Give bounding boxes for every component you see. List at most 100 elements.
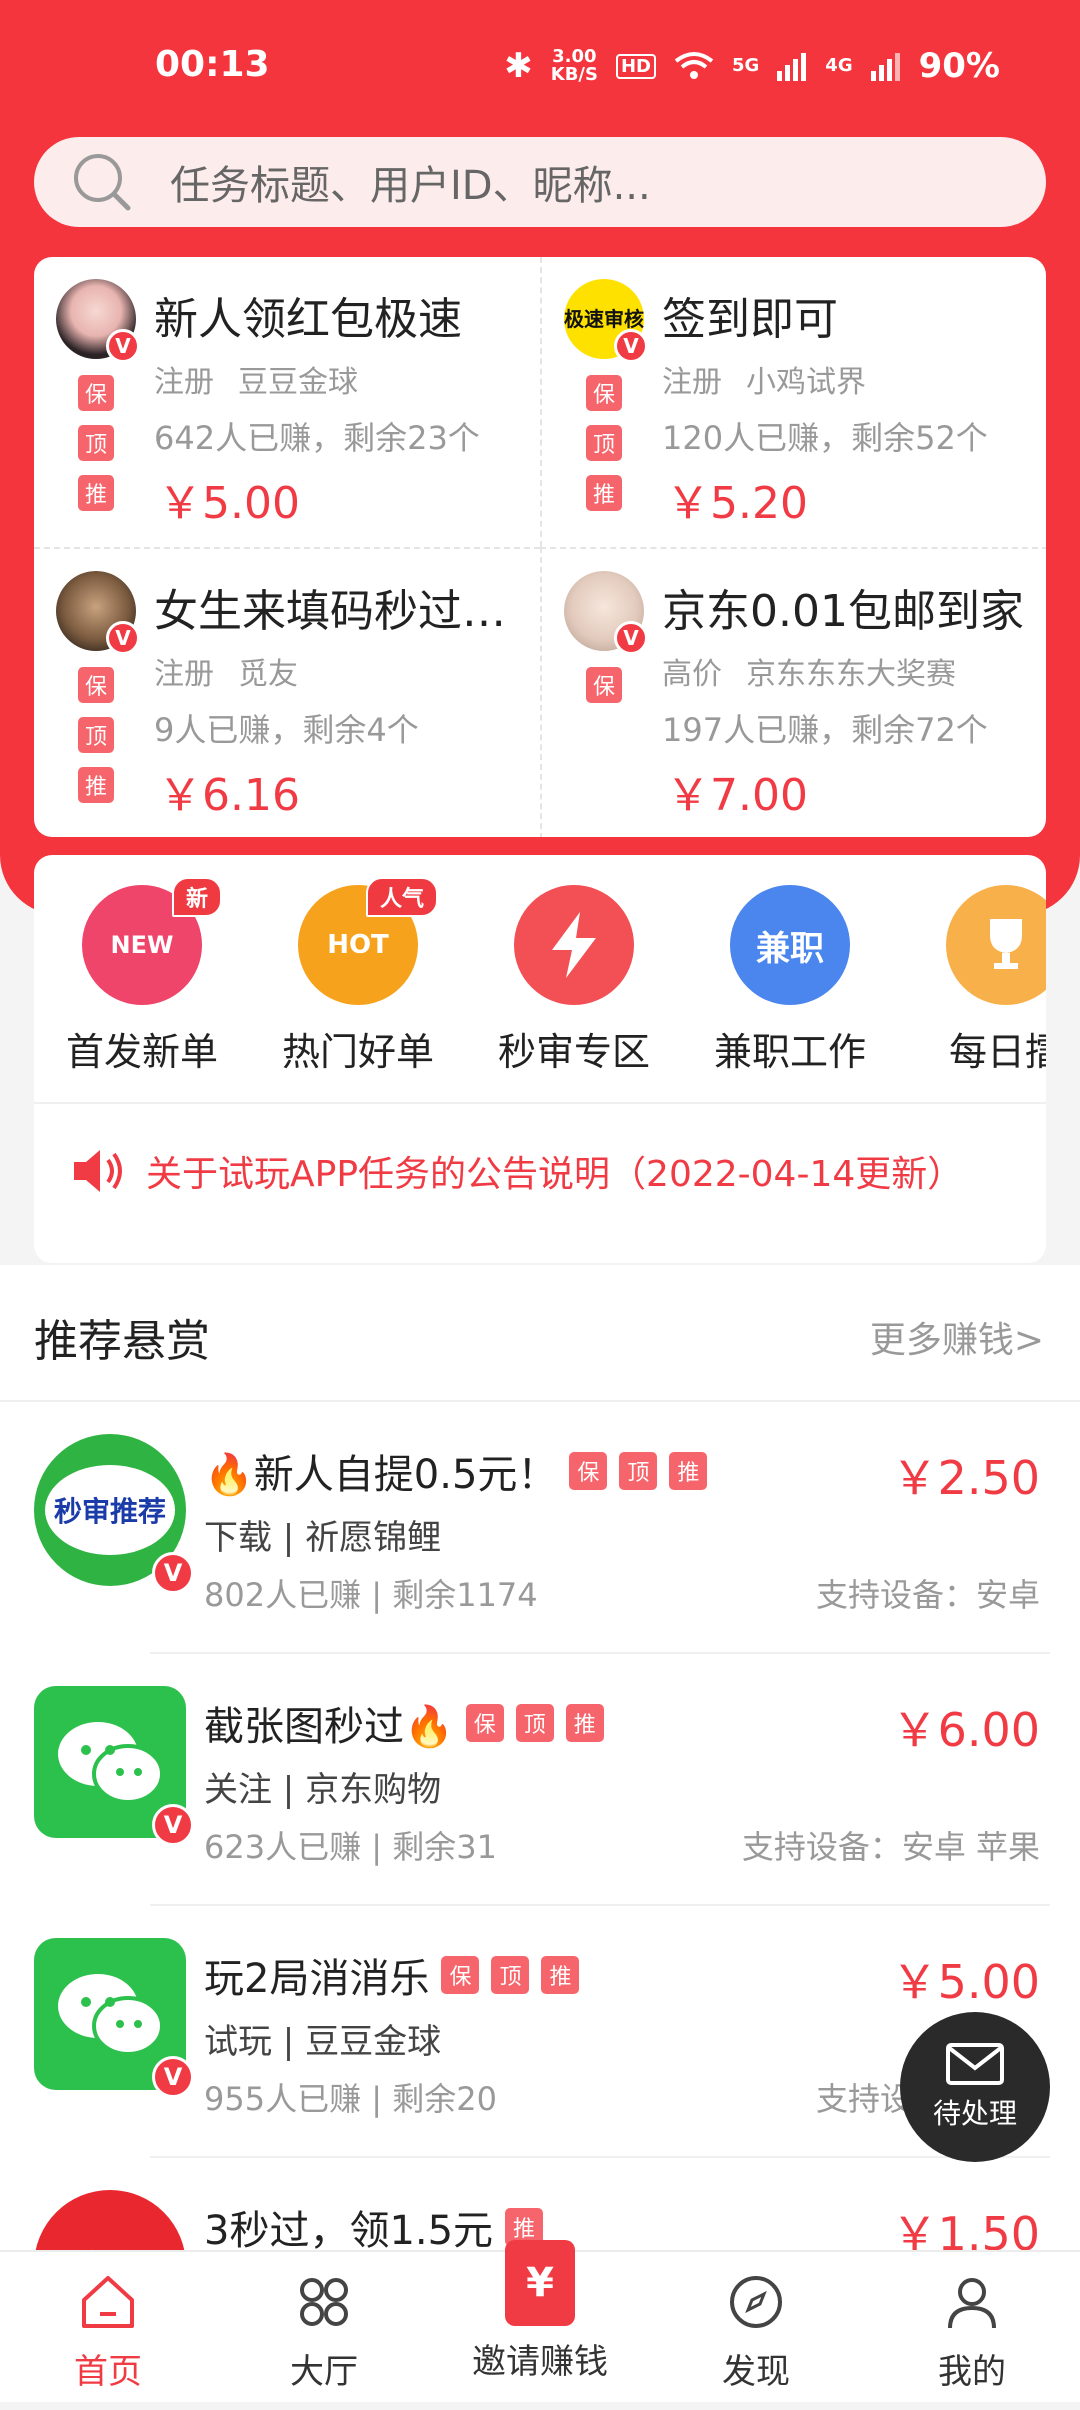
hd-icon: HD — [615, 53, 656, 79]
featured-tasks: V 新人领红包极速 注册 豆豆金球 642人已赚，剩余23个 ￥5.00 保 顶 … — [34, 257, 1046, 837]
notice-text: 关于试玩APP任务的公告说明（2022-04-14更新） — [146, 1154, 964, 1195]
tag-top: 顶 — [491, 1956, 530, 1994]
avatar: V — [56, 571, 140, 655]
verified-icon: V — [614, 621, 648, 655]
net-speed: 3.00 KB/S — [550, 46, 598, 85]
divider — [34, 1102, 1046, 1104]
category-daily[interactable]: 每日擂 — [898, 885, 1046, 1076]
featured-card[interactable]: V 京东0.01包邮到家 高价 京东东东大奖赛 197人已赚，剩余72个 ￥7.0… — [540, 547, 1046, 837]
featured-title: 签到即可 — [662, 294, 838, 345]
featured-earned: 197人已赚，剩余72个 — [662, 711, 988, 749]
nav-discover[interactable]: 发现 — [648, 2270, 864, 2393]
signal-4g-icon: 4G — [825, 55, 853, 76]
featured-meta: 注册 觅友 — [154, 657, 298, 692]
featured-title: 新人领红包极速 — [154, 294, 462, 345]
battery-level: 90% — [918, 46, 1000, 86]
tag-guarantee: 保 — [441, 1956, 480, 1994]
lightning-icon — [514, 885, 634, 1005]
nav-hall[interactable]: 大厅 — [216, 2270, 432, 2393]
category-hot[interactable]: HOT 人气 热门好单 — [250, 877, 466, 1076]
verified-icon: V — [106, 329, 140, 363]
category-part-time[interactable]: 兼职 兼职工作 — [682, 885, 898, 1076]
red-packet-icon: ¥ — [505, 2240, 575, 2326]
tag-guarantee: 保 — [586, 375, 622, 411]
grid-icon — [300, 2278, 348, 2326]
search-placeholder: 任务标题、用户ID、昵称... — [170, 163, 651, 209]
mail-icon — [946, 2043, 1004, 2085]
task-title: 3秒过，领1.5元 推 — [204, 2198, 544, 2256]
new-icon: NEW 新 — [82, 877, 222, 1005]
category-label: 热门好单 — [281, 1030, 434, 1074]
featured-meta: 注册 小鸡试界 — [662, 365, 866, 400]
wechat-icon: V — [34, 1938, 194, 2098]
nav-profile[interactable]: 我的 — [864, 2270, 1080, 2393]
category-label: 每日擂 — [948, 1030, 1046, 1074]
notice-bar[interactable]: 关于试玩APP任务的公告说明（2022-04-14更新） — [70, 1145, 963, 1197]
task-subtitle: 下载 | 祈愿锦鲤 — [204, 1518, 442, 1558]
avatar: 极速审核 V — [564, 279, 648, 363]
nav-label: 邀请赚钱 — [472, 2342, 608, 2382]
tag-top: 顶 — [78, 717, 114, 753]
featured-earned: 120人已赚，剩余52个 — [662, 419, 988, 457]
tag-recommend: 推 — [78, 475, 114, 511]
featured-title: 京东0.01包邮到家 — [662, 586, 1024, 637]
recommend-header: 推荐悬赏 更多赚钱> — [0, 1265, 1080, 1402]
featured-price: ￥5.20 — [666, 478, 808, 529]
category-panel: NEW 新 首发新单 HOT 人气 热门好单 秒审专区 兼职 兼职工作 每日擂 … — [34, 855, 1046, 1263]
featured-title: 女生来填码秒过… — [154, 586, 506, 637]
category-first-release[interactable]: NEW 新 首发新单 — [34, 877, 250, 1076]
task-stats: 623人已赚 | 剩余31 — [204, 1828, 497, 1866]
featured-meta: 高价 京东东东大奖赛 — [662, 657, 956, 692]
tag-recommend: 推 — [541, 1956, 580, 1994]
list-item[interactable]: 秒审推荐 V 🔥新人自提0.5元！ 保 顶 推 下载 | 祈愿锦鲤 802人已赚… — [0, 1402, 1080, 1654]
featured-price: ￥7.00 — [666, 770, 808, 821]
featured-card[interactable]: V 新人领红包极速 注册 豆豆金球 642人已赚，剩余23个 ￥5.00 保 顶 … — [34, 257, 540, 547]
task-price: ￥6.00 — [891, 1703, 1040, 1757]
tag-top: 顶 — [515, 1704, 554, 1742]
status-time: 00:13 — [155, 44, 270, 85]
featured-card[interactable]: V 女生来填码秒过… 注册 觅友 9人已赚，剩余4个 ￥6.16 保 顶 推 — [34, 547, 540, 837]
status-icons: ✱ 3.00 KB/S HD 5G 4G 90% — [504, 46, 1000, 86]
trophy-icon — [946, 885, 1046, 1005]
pending-label: 待处理 — [932, 2097, 1017, 2130]
speaker-icon — [74, 1150, 122, 1192]
category-label: 首发新单 — [65, 1030, 218, 1074]
list-item[interactable]: V 截张图秒过🔥 保 顶 推 关注 | 京东购物 623人已赚 | 剩余31 ￥… — [0, 1654, 1080, 1906]
task-stats: 802人已赚 | 剩余1174 — [204, 1576, 538, 1614]
more-link[interactable]: 更多赚钱> — [870, 1311, 1044, 1363]
tag-top: 顶 — [619, 1452, 658, 1490]
nav-label: 首页 — [74, 2352, 142, 2392]
category-instant-review[interactable]: 秒审专区 — [466, 885, 682, 1076]
tag-column: 保 顶 推 — [78, 375, 114, 511]
featured-price: ￥5.00 — [158, 478, 300, 529]
tag-guarantee: 保 — [569, 1452, 608, 1490]
tag-column: 保 顶 推 — [586, 375, 622, 511]
signal-bars-icon-2 — [870, 53, 900, 81]
user-icon — [948, 2278, 996, 2329]
nav-home[interactable]: 首页 — [0, 2270, 216, 2393]
verified-icon: V — [106, 621, 140, 655]
wifi-icon — [674, 52, 714, 79]
task-title: 截张图秒过🔥 保 顶 推 — [204, 1694, 604, 1752]
verified-icon: V — [152, 2056, 194, 2098]
nav-invite[interactable]: ¥ 邀请赚钱 — [432, 2240, 648, 2383]
compass-icon — [730, 2276, 782, 2328]
tag-guarantee: 保 — [465, 1704, 504, 1742]
signal-bars-icon — [777, 53, 807, 81]
search-bar[interactable]: 任务标题、用户ID、昵称... — [34, 137, 1046, 227]
pending-button[interactable]: 待处理 — [900, 2012, 1050, 2162]
status-bar: 00:13 ✱ 3.00 KB/S HD 5G 4G 90% — [0, 0, 1080, 135]
section-title: 推荐悬赏 — [34, 1316, 210, 1367]
verified-icon: V — [152, 1552, 194, 1594]
category-label: 秒审专区 — [497, 1030, 650, 1074]
featured-card[interactable]: 极速审核 V 签到即可 注册 小鸡试界 120人已赚，剩余52个 ￥5.20 保 … — [540, 257, 1046, 547]
task-subtitle: 试玩 | 豆豆金球 — [204, 2022, 442, 2062]
tag-guarantee: 保 — [78, 667, 114, 703]
category-badge: 人气 — [365, 877, 438, 917]
featured-price: ￥6.16 — [158, 770, 300, 821]
task-title: 玩2局消消乐 保 顶 推 — [204, 1946, 580, 2004]
nav-label: 我的 — [938, 2352, 1006, 2392]
home-icon — [82, 2276, 134, 2328]
featured-meta: 注册 豆豆金球 — [154, 365, 358, 400]
signal-5g-icon: 5G — [731, 55, 760, 76]
